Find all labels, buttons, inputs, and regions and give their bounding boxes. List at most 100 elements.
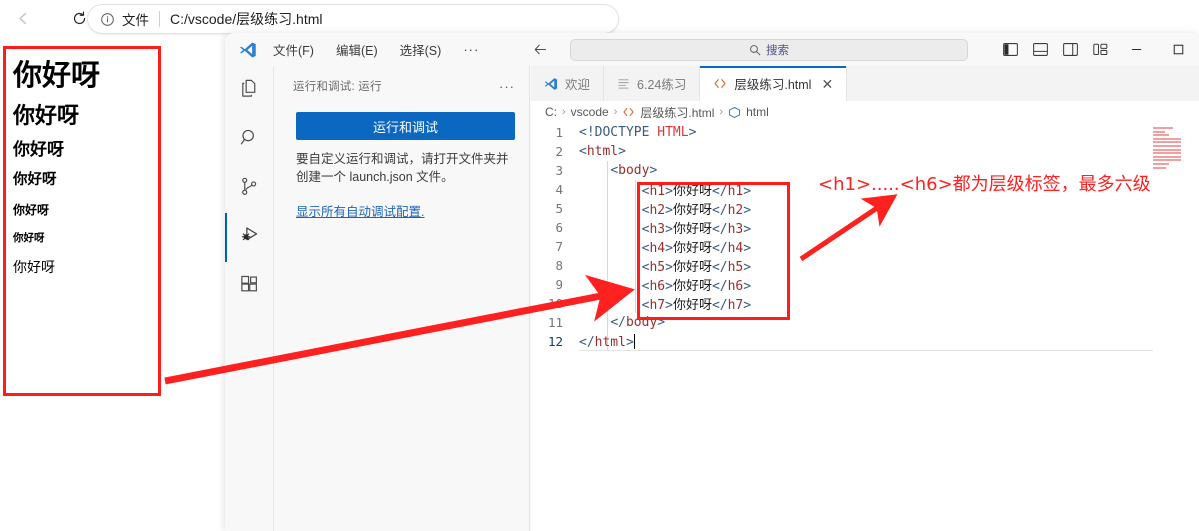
breadcrumb-item-drive[interactable]: C: — [545, 105, 557, 119]
line-number: 3 — [555, 163, 563, 178]
line-number: 8 — [555, 258, 563, 273]
menu-edit[interactable]: 编辑(E) — [336, 40, 378, 59]
rendered-heading-h5: 你好呀 — [13, 202, 50, 217]
tab-ceji-lianxi-html[interactable]: 层级练习.html ✕ — [700, 66, 848, 101]
run-and-debug-panel: 运行和调试: 运行 ··· 运行和调试 要自定义运行和调试，请打开文件夹并创建一… — [275, 66, 530, 531]
toggle-panel-icon[interactable] — [1025, 33, 1055, 66]
code-line-current: 12 </html> — [531, 332, 1199, 351]
customize-layout-icon[interactable] — [1085, 33, 1115, 66]
current-line-border — [579, 350, 1153, 351]
tab-label: 欢迎 — [565, 78, 591, 92]
menu-more-button[interactable]: ··· — [463, 42, 479, 57]
code-line: 1 <!DOCTYPE HTML> — [531, 123, 1199, 142]
code-line: 10 <h7>你好呀</h7> — [531, 294, 1199, 313]
chevron-right-icon: › — [562, 106, 566, 118]
line-number: 10 — [547, 296, 563, 311]
search-icon — [749, 44, 761, 56]
run-debug-icon — [239, 224, 261, 251]
breadcrumb: C: › vscode › 层级练习.html › html — [531, 101, 1199, 123]
breadcrumb-item-file[interactable]: 层级练习.html — [640, 104, 714, 121]
breadcrumb-item-folder[interactable]: vscode — [571, 105, 609, 119]
tab-label: 层级练习.html — [734, 78, 812, 92]
code-line: 2 <html> — [531, 142, 1199, 161]
browser-toolbar: 文件 C:/vscode/层级练习.html — [0, 0, 1199, 37]
code-line: 3 <body> — [531, 161, 1199, 180]
menu-file[interactable]: 文件(F) — [273, 40, 314, 59]
chevron-right-icon: › — [613, 106, 618, 118]
panel-more-button[interactable]: ··· — [499, 79, 515, 94]
address-bar-url: C:/vscode/层级练习.html — [170, 11, 323, 27]
vscode-logo-icon — [544, 77, 558, 91]
tab-welcome[interactable]: 欢迎 — [531, 66, 605, 101]
line-number: 5 — [555, 201, 563, 216]
html-file-icon — [622, 106, 635, 118]
sidebar-item-explorer[interactable] — [225, 66, 274, 115]
chevron-right-icon: › — [719, 106, 724, 118]
files-icon — [239, 78, 260, 104]
editor-group: 欢迎 6.24练习 层级练习.html ✕ C: › vscode › 层级练习… — [531, 66, 1199, 531]
menu-select[interactable]: 选择(S) — [400, 40, 442, 59]
text-caret — [633, 333, 635, 349]
line-number: 4 — [555, 182, 563, 197]
panel-header: 运行和调试: 运行 ··· — [275, 66, 529, 94]
html-file-icon — [713, 77, 727, 90]
address-bar-scheme-label: 文件 — [122, 13, 149, 28]
command-center-search[interactable]: 搜索 — [570, 39, 968, 61]
show-all-debug-configs-link[interactable]: 显示所有自动调试配置. — [296, 201, 424, 220]
text-file-icon — [617, 77, 630, 90]
line-number: 9 — [555, 277, 563, 292]
search-icon — [239, 127, 260, 153]
vscode-title-bar: 文件(F) 编辑(E) 选择(S) ··· 搜索 — [225, 33, 1199, 66]
run-and-debug-button[interactable]: 运行和调试 — [296, 112, 515, 140]
line-number: 11 — [547, 315, 563, 330]
line-number: 12 — [547, 334, 563, 349]
sidebar-item-run-and-debug[interactable] — [225, 213, 274, 262]
sidebar-item-extensions[interactable] — [225, 262, 274, 311]
close-icon[interactable]: ✕ — [821, 77, 833, 91]
rendered-heading-h1: 你好呀 — [13, 58, 101, 92]
editor-minimap[interactable] — [1153, 127, 1193, 169]
browser-back-button[interactable] — [6, 2, 40, 36]
line-number: 2 — [555, 144, 563, 159]
panel-description: 要自定义运行和调试，请打开文件夹并创建一个 launch.json 文件。 — [296, 152, 509, 184]
window-minimize-button[interactable] — [1115, 33, 1157, 66]
annotation-box-rendered-headings: 你好呀 你好呀 你好呀 你好呀 你好呀 你好呀 你好呀 — [3, 46, 161, 396]
symbol-html-icon — [728, 106, 741, 119]
screenshot-root: 文件 C:/vscode/层级练习.html 你好呀 你好呀 你好呀 你好呀 你… — [0, 0, 1199, 531]
code-line: 11 </body> — [531, 313, 1199, 332]
toggle-primary-sidebar-icon[interactable] — [995, 33, 1025, 66]
line-number: 7 — [555, 239, 563, 254]
vscode-logo-icon — [239, 41, 257, 59]
code-line: 4 <h1>你好呀</h1> — [531, 180, 1199, 199]
rendered-heading-h4: 你好呀 — [13, 171, 57, 188]
address-bar[interactable]: 文件 C:/vscode/层级练习.html — [88, 5, 618, 33]
code-line: 6 <h3>你好呀</h3> — [531, 218, 1199, 237]
window-controls-group — [995, 33, 1199, 66]
sidebar-item-source-control[interactable] — [225, 164, 274, 213]
code-line: 9 <h6>你好呀</h6> — [531, 275, 1199, 294]
rendered-heading-h2: 你好呀 — [13, 103, 80, 129]
activity-bar — [225, 66, 274, 531]
tab-label: 6.24练习 — [637, 78, 687, 92]
breadcrumb-item-symbol[interactable]: html — [746, 105, 769, 119]
tab-6-24-exercise[interactable]: 6.24练习 — [604, 66, 701, 101]
code-editor[interactable]: 1 <!DOCTYPE HTML> 2 <html> 3 <body> 4 <h… — [531, 123, 1199, 531]
info-circle-icon — [100, 12, 115, 27]
extensions-icon — [239, 274, 260, 300]
command-center-placeholder: 搜索 — [766, 45, 789, 57]
code-line: 8 <h5>你好呀</h5> — [531, 256, 1199, 275]
code-line: 7 <h4>你好呀</h4> — [531, 237, 1199, 256]
editor-tab-bar: 欢迎 6.24练习 层级练习.html ✕ — [531, 66, 1199, 101]
toggle-secondary-sidebar-icon[interactable] — [1055, 33, 1085, 66]
rendered-heading-h3: 你好呀 — [13, 140, 64, 161]
rendered-heading-h7: 你好呀 — [13, 260, 55, 277]
panel-title: 运行和调试: 运行 — [293, 81, 382, 93]
code-line: 5 <h2>你好呀</h2> — [531, 199, 1199, 218]
vscode-window: 文件(F) 编辑(E) 选择(S) ··· 搜索 运行和调试: 运行 ··· 运… — [225, 33, 1199, 531]
address-bar-divider — [159, 11, 160, 27]
vscode-back-icon[interactable] — [533, 42, 548, 57]
sidebar-item-search[interactable] — [225, 115, 274, 164]
rendered-heading-h6: 你好呀 — [13, 231, 45, 244]
window-maximize-button[interactable] — [1157, 33, 1199, 66]
line-number: 1 — [555, 125, 563, 140]
